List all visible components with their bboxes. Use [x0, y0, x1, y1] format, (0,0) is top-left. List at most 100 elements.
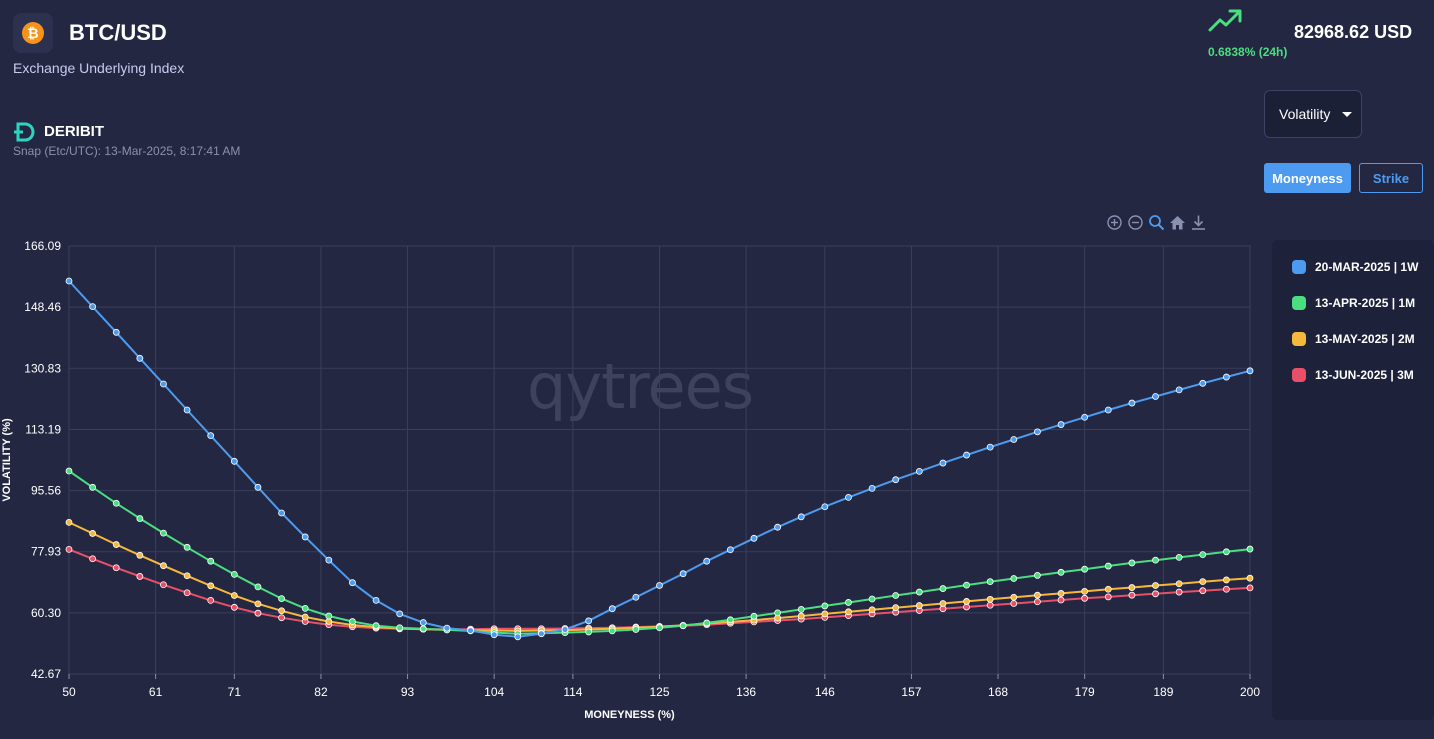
data-point-1m[interactable]	[726, 616, 734, 624]
data-point-3m[interactable]	[1199, 587, 1207, 595]
data-point-1w[interactable]	[1034, 428, 1041, 436]
data-point-2m[interactable]	[892, 604, 900, 612]
data-point-2m[interactable]	[1175, 580, 1183, 588]
data-point-1m[interactable]	[183, 543, 191, 551]
data-point-2m[interactable]	[89, 530, 97, 537]
volatility-chart[interactable]: 42.67 60.30 77.93 95.56 113.19 130.83 148.46 16…	[0, 230, 1272, 730]
data-point-2m[interactable]	[1128, 584, 1136, 591]
data-point-3m[interactable]	[230, 603, 238, 611]
data-point-1m[interactable]	[774, 609, 781, 617]
data-point-2m[interactable]	[65, 518, 73, 526]
data-point-1w[interactable]	[821, 503, 829, 511]
data-point-2m[interactable]	[136, 551, 144, 559]
legend-item-1m[interactable]: 13-APR-2025 | 1M	[1292, 296, 1415, 310]
legend-item-1w[interactable]: 20-MAR-2025 | 1W	[1292, 260, 1418, 274]
data-point-1w[interactable]	[207, 432, 215, 440]
data-point-1m[interactable]	[325, 612, 333, 620]
data-point-1w[interactable]	[939, 459, 947, 467]
data-point-1m[interactable]	[1199, 551, 1207, 559]
data-point-1w[interactable]	[1152, 393, 1159, 400]
data-point-1w[interactable]	[585, 617, 593, 625]
data-point-1m[interactable]	[1081, 565, 1089, 573]
data-point-1w[interactable]	[254, 483, 262, 491]
zoom-out-icon[interactable]	[1127, 214, 1144, 231]
metric-select[interactable]: Volatility	[1264, 90, 1362, 138]
data-point-1w[interactable]	[656, 582, 663, 589]
data-point-1m[interactable]	[230, 570, 238, 578]
data-point-2m[interactable]	[1104, 585, 1112, 593]
data-point-1w[interactable]	[112, 328, 120, 336]
data-point-2m[interactable]	[160, 562, 167, 570]
data-point-2m[interactable]	[183, 572, 191, 580]
data-point-1w[interactable]	[301, 533, 309, 541]
data-point-1m[interactable]	[1246, 545, 1254, 553]
data-point-1w[interactable]	[868, 484, 876, 492]
data-point-1m[interactable]	[703, 619, 711, 627]
data-point-1w[interactable]	[1010, 436, 1018, 443]
data-point-1w[interactable]	[160, 380, 167, 388]
data-point-3m[interactable]	[1246, 584, 1254, 592]
data-point-3m[interactable]	[207, 596, 215, 604]
legend-item-2m[interactable]: 13-MAY-2025 | 2M	[1292, 332, 1415, 346]
data-point-1m[interactable]	[1175, 553, 1183, 561]
data-point-1w[interactable]	[396, 610, 404, 618]
data-point-1m[interactable]	[1222, 548, 1230, 556]
data-point-1w[interactable]	[538, 630, 545, 638]
data-point-2m[interactable]	[1222, 576, 1230, 584]
data-point-1m[interactable]	[65, 467, 73, 475]
zoom-in-icon[interactable]	[1106, 214, 1123, 231]
zoom-select-icon[interactable]	[1148, 214, 1165, 231]
data-point-1m[interactable]	[986, 578, 994, 586]
data-point-1w[interactable]	[561, 626, 569, 633]
data-point-3m[interactable]	[65, 546, 73, 553]
data-point-1m[interactable]	[278, 595, 285, 603]
data-point-3m[interactable]	[183, 589, 191, 597]
data-point-3m[interactable]	[1034, 598, 1041, 606]
data-point-1w[interactable]	[1128, 399, 1136, 407]
data-point-1m[interactable]	[1128, 559, 1136, 567]
data-point-1w[interactable]	[514, 633, 522, 641]
data-point-2m[interactable]	[1010, 593, 1018, 601]
data-point-3m[interactable]	[986, 601, 994, 609]
data-point-3m[interactable]	[160, 581, 167, 589]
data-point-3m[interactable]	[278, 614, 285, 622]
data-point-1m[interactable]	[419, 625, 427, 633]
data-point-3m[interactable]	[112, 564, 120, 572]
data-point-1w[interactable]	[467, 627, 474, 634]
data-point-1m[interactable]	[1057, 568, 1065, 576]
data-point-2m[interactable]	[868, 606, 876, 614]
data-point-1w[interactable]	[845, 493, 852, 501]
data-point-1w[interactable]	[490, 631, 498, 639]
data-point-2m[interactable]	[1152, 582, 1159, 589]
data-point-2m[interactable]	[939, 600, 947, 607]
data-point-1m[interactable]	[372, 622, 380, 630]
data-point-1w[interactable]	[1104, 406, 1112, 414]
data-point-1m[interactable]	[750, 612, 758, 620]
data-point-1w[interactable]	[183, 406, 191, 414]
data-point-1m[interactable]	[939, 585, 947, 592]
data-point-1m[interactable]	[160, 529, 167, 537]
data-point-1m[interactable]	[821, 602, 829, 610]
data-point-1w[interactable]	[915, 467, 923, 475]
data-point-1m[interactable]	[301, 604, 309, 612]
data-point-1w[interactable]	[443, 624, 451, 632]
data-point-1m[interactable]	[963, 581, 970, 589]
data-point-2m[interactable]	[112, 541, 120, 548]
data-point-2m[interactable]	[254, 600, 262, 608]
data-point-2m[interactable]	[301, 613, 309, 621]
data-point-1w[interactable]	[89, 303, 97, 311]
data-point-2m[interactable]	[325, 618, 333, 625]
data-point-1m[interactable]	[868, 595, 876, 603]
data-point-2m[interactable]	[797, 612, 805, 620]
data-point-1w[interactable]	[703, 557, 711, 565]
data-point-2m[interactable]	[915, 602, 923, 609]
data-point-1w[interactable]	[1081, 413, 1089, 421]
data-point-1w[interactable]	[726, 546, 734, 554]
data-point-2m[interactable]	[821, 610, 829, 618]
data-point-1w[interactable]	[325, 556, 333, 564]
data-point-1m[interactable]	[656, 624, 663, 632]
data-point-1m[interactable]	[254, 583, 262, 591]
data-point-1m[interactable]	[608, 627, 616, 635]
data-point-1w[interactable]	[892, 476, 900, 484]
data-point-2m[interactable]	[845, 608, 852, 616]
